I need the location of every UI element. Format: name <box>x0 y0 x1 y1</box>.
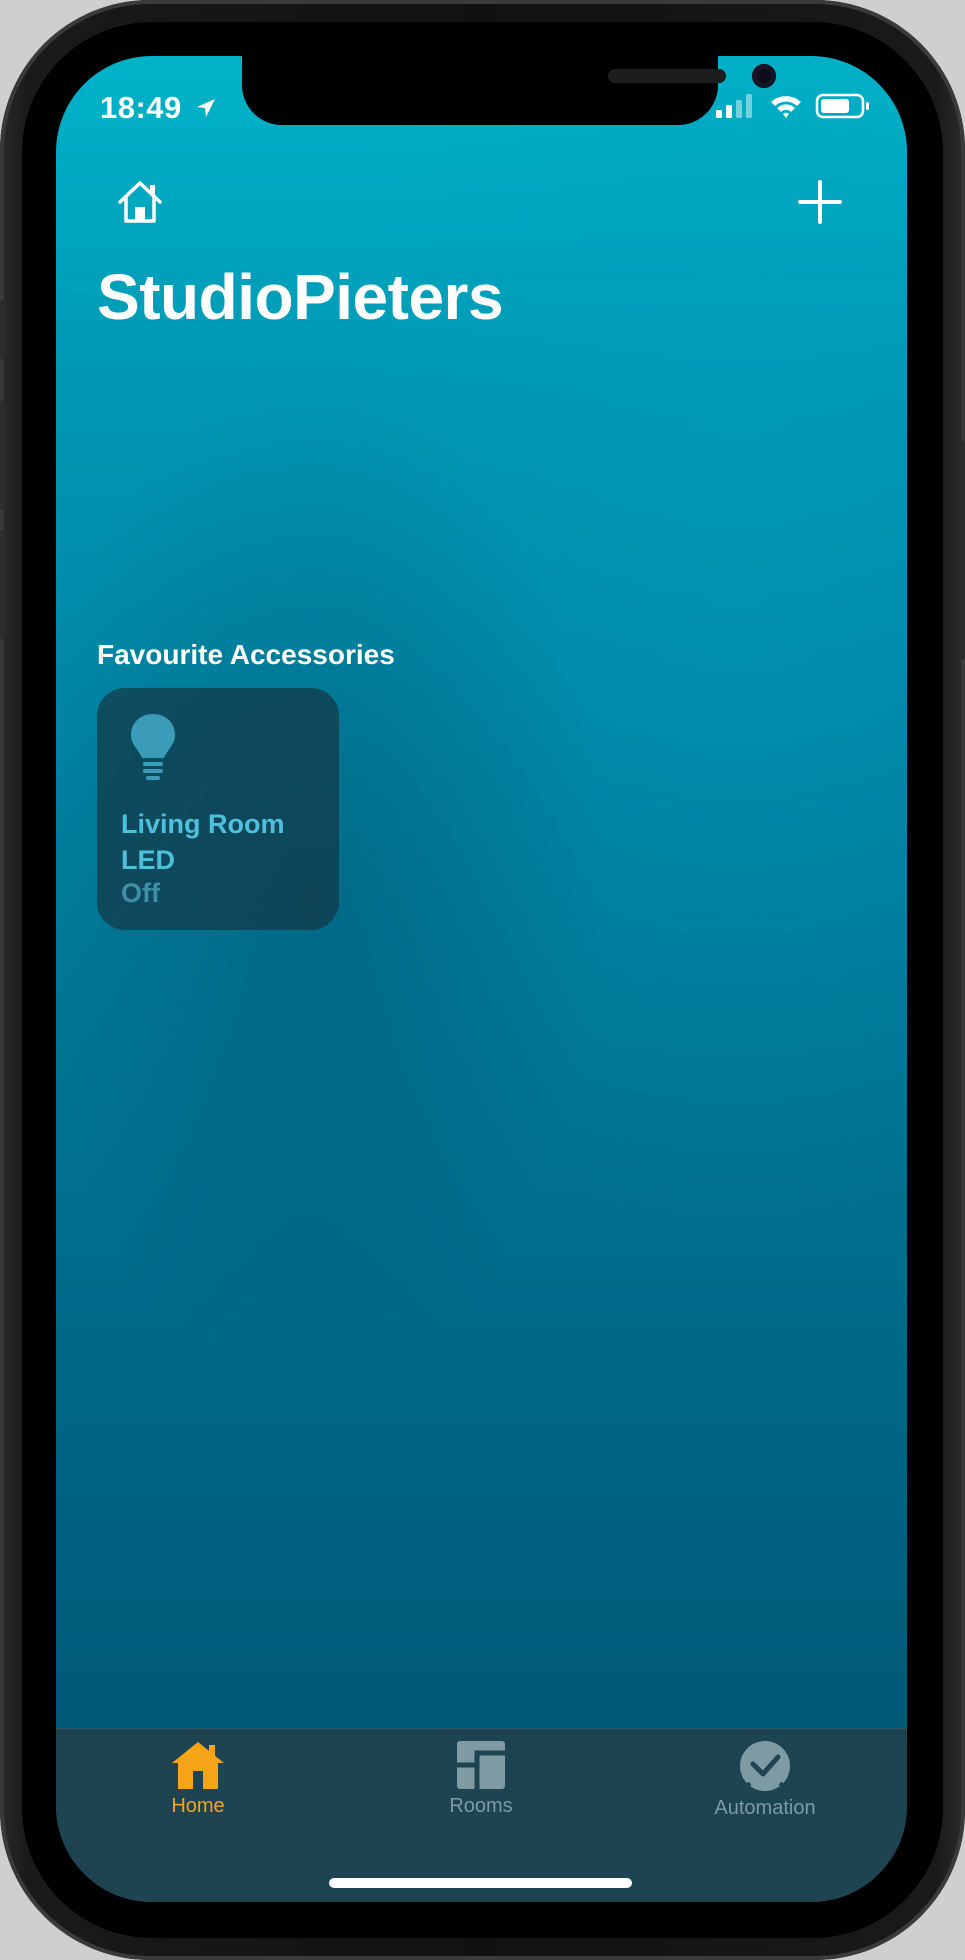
tab-home[interactable]: Home <box>108 1739 288 1849</box>
accessory-state: Off <box>121 878 160 908</box>
tab-rooms[interactable]: Rooms <box>391 1739 571 1849</box>
tab-home-label: Home <box>171 1795 225 1817</box>
tab-rooms-label: Rooms <box>449 1795 513 1817</box>
tab-automation-label: Automation <box>714 1797 816 1819</box>
speaker-grille <box>608 69 726 83</box>
status-icons <box>714 92 871 122</box>
volume-down-button <box>0 530 6 640</box>
automation-clock-icon <box>740 1741 790 1791</box>
home-outline-icon <box>118 181 162 223</box>
accessory-tile-living-room-led[interactable]: Living Room LED Off <box>97 688 339 930</box>
battery-icon <box>815 93 869 119</box>
rooms-icon <box>457 1741 505 1789</box>
accessory-name: Living Room LED <box>121 809 285 875</box>
tab-automation[interactable]: Automation <box>675 1739 855 1849</box>
wifi-icon <box>770 96 801 118</box>
home-screen: 18:49 StudioPieters Favourite Accessorie… <box>56 56 907 1902</box>
plus-icon <box>798 180 842 224</box>
front-camera <box>752 64 776 88</box>
add-button[interactable] <box>794 176 846 228</box>
status-time: 18:49 <box>100 90 217 126</box>
cellular-signal-icon <box>716 94 753 118</box>
home-settings-button[interactable] <box>114 176 166 228</box>
section-title-favourite-accessories: Favourite Accessories <box>97 639 395 670</box>
volume-up-button <box>0 400 6 510</box>
page-title: StudioPieters <box>97 261 504 333</box>
home-filled-icon <box>172 1742 224 1789</box>
location-arrow-icon <box>196 99 215 117</box>
mute-switch <box>0 300 6 360</box>
side-button <box>959 440 965 660</box>
home-indicator[interactable] <box>329 1878 632 1888</box>
lightbulb-icon <box>131 714 175 780</box>
tab-bar: Home Rooms Automation <box>56 1728 907 1902</box>
notch <box>242 56 776 125</box>
